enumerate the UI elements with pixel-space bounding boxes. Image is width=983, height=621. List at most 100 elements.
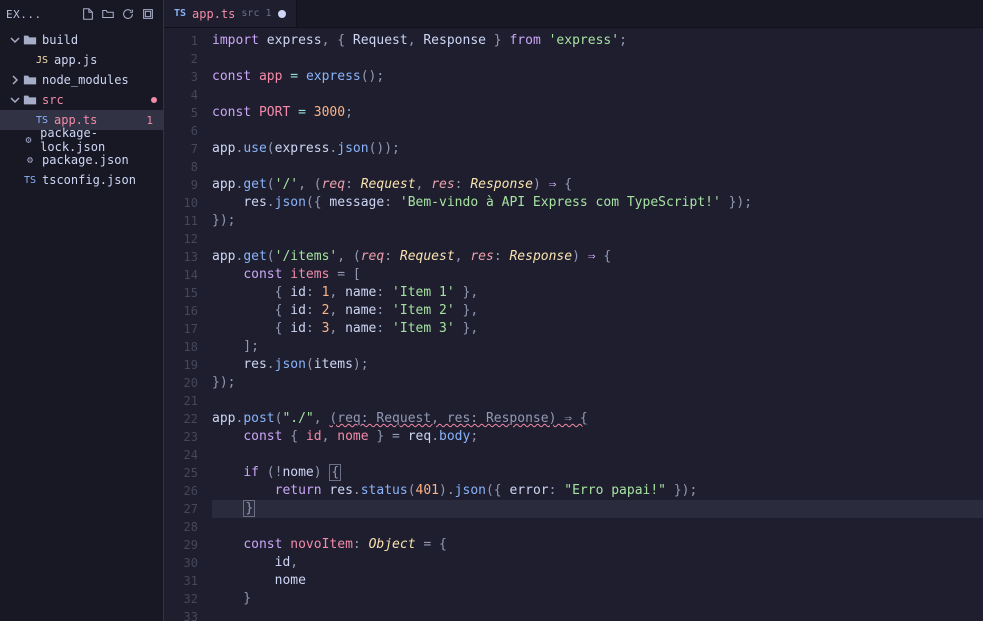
line-number: 27 xyxy=(164,500,198,518)
file-name-label: package-lock.json xyxy=(40,126,157,154)
tree-folder-build[interactable]: build xyxy=(0,30,163,50)
line-number: 12 xyxy=(164,230,198,248)
line-number: 6 xyxy=(164,122,198,140)
file-type-icon: TS xyxy=(22,172,38,188)
line-number: 30 xyxy=(164,554,198,572)
line-number: 3 xyxy=(164,68,198,86)
ts-file-icon: TS xyxy=(174,8,186,19)
code-line[interactable] xyxy=(212,86,983,104)
tree-folder-src[interactable]: src xyxy=(0,90,163,110)
file-name-label: build xyxy=(42,33,78,47)
line-number: 8 xyxy=(164,158,198,176)
chevron-down-icon xyxy=(8,33,22,47)
code-editor[interactable]: 1234567891011121314151617181920212223242… xyxy=(164,28,983,621)
line-number: 26 xyxy=(164,482,198,500)
explorer-title: EX... xyxy=(6,8,75,21)
line-number: 23 xyxy=(164,428,198,446)
line-number: 13 xyxy=(164,248,198,266)
code-line[interactable] xyxy=(212,122,983,140)
code-line[interactable]: id, xyxy=(212,554,983,572)
tab-info: src 1 xyxy=(241,8,271,19)
line-number: 5 xyxy=(164,104,198,122)
file-type-icon: ⚙ xyxy=(21,132,36,148)
code-line[interactable]: app.get('/', (req: Request, res: Respons… xyxy=(212,176,983,194)
line-number: 25 xyxy=(164,464,198,482)
file-name-label: src xyxy=(42,93,64,107)
code-line[interactable]: { id: 2, name: 'Item 2' }, xyxy=(212,302,983,320)
explorer-header: EX... xyxy=(0,0,163,28)
code-line[interactable]: res.json(items); xyxy=(212,356,983,374)
code-line[interactable]: const app = express(); xyxy=(212,68,983,86)
refresh-icon[interactable] xyxy=(119,5,137,23)
code-line[interactable] xyxy=(212,608,983,621)
line-number: 10 xyxy=(164,194,198,212)
code-line[interactable]: app.use(express.json()); xyxy=(212,140,983,158)
line-number: 18 xyxy=(164,338,198,356)
file-name-label: tsconfig.json xyxy=(42,173,136,187)
code-line[interactable] xyxy=(212,230,983,248)
error-dot-icon xyxy=(151,97,157,103)
chevron-right-icon xyxy=(8,73,22,87)
line-number: 33 xyxy=(164,608,198,621)
code-line[interactable] xyxy=(212,518,983,536)
chevron-down-icon xyxy=(8,93,22,107)
line-number: 14 xyxy=(164,266,198,284)
file-name-label: app.ts xyxy=(54,113,97,127)
code-line[interactable]: const PORT = 3000; xyxy=(212,104,983,122)
code-line[interactable]: ]; xyxy=(212,338,983,356)
code-content[interactable]: import express, { Request, Response } fr… xyxy=(212,28,983,621)
code-line[interactable]: if (!nome) { xyxy=(212,464,983,482)
line-number: 24 xyxy=(164,446,198,464)
editor-area: TS app.ts src 1 123456789101112131415161… xyxy=(164,0,983,621)
code-line[interactable] xyxy=(212,446,983,464)
code-line[interactable]: { id: 3, name: 'Item 3' }, xyxy=(212,320,983,338)
line-number: 28 xyxy=(164,518,198,536)
file-name-label: node_modules xyxy=(42,73,129,87)
code-line[interactable] xyxy=(212,50,983,68)
code-line[interactable]: nome xyxy=(212,572,983,590)
line-number: 20 xyxy=(164,374,198,392)
line-number: 22 xyxy=(164,410,198,428)
tab-filename: app.ts xyxy=(192,7,235,21)
line-number-gutter: 1234567891011121314151617181920212223242… xyxy=(164,28,212,621)
line-number: 31 xyxy=(164,572,198,590)
tree-file-package-lock.json[interactable]: ⚙package-lock.json xyxy=(0,130,163,150)
code-line[interactable]: res.json({ message: 'Bem-vindo à API Exp… xyxy=(212,194,983,212)
code-line[interactable]: } xyxy=(212,500,983,518)
code-line[interactable]: const { id, nome } = req.body; xyxy=(212,428,983,446)
error-count-badge: 1 xyxy=(146,114,157,127)
new-folder-icon[interactable] xyxy=(99,5,117,23)
line-number: 32 xyxy=(164,590,198,608)
code-line[interactable]: app.post("./", (req: Request, res: Respo… xyxy=(212,410,983,428)
line-number: 2 xyxy=(164,50,198,68)
code-line[interactable] xyxy=(212,158,983,176)
file-type-icon: JS xyxy=(34,52,50,68)
tree-folder-node_modules[interactable]: node_modules xyxy=(0,70,163,90)
code-line[interactable]: } xyxy=(212,590,983,608)
code-line[interactable] xyxy=(212,392,983,410)
code-line[interactable]: import express, { Request, Response } fr… xyxy=(212,32,983,50)
code-line[interactable]: }); xyxy=(212,212,983,230)
tree-file-app.js[interactable]: JS app.js xyxy=(0,50,163,70)
line-number: 9 xyxy=(164,176,198,194)
tab-bar: TS app.ts src 1 xyxy=(164,0,983,28)
file-name-label: package.json xyxy=(42,153,129,167)
code-line[interactable]: }); xyxy=(212,374,983,392)
code-line[interactable]: { id: 1, name: 'Item 1' }, xyxy=(212,284,983,302)
collapse-all-icon[interactable] xyxy=(139,5,157,23)
code-line[interactable]: return res.status(401).json({ error: "Er… xyxy=(212,482,983,500)
folder-icon xyxy=(22,32,38,48)
line-number: 7 xyxy=(164,140,198,158)
explorer-actions xyxy=(79,5,157,23)
tab-app-ts[interactable]: TS app.ts src 1 xyxy=(164,0,297,27)
folder-icon xyxy=(22,92,38,108)
tree-file-tsconfig.json[interactable]: TS tsconfig.json xyxy=(0,170,163,190)
file-name-label: app.js xyxy=(54,53,97,67)
line-number: 16 xyxy=(164,302,198,320)
code-line[interactable]: const novoItem: Object = { xyxy=(212,536,983,554)
line-number: 21 xyxy=(164,392,198,410)
new-file-icon[interactable] xyxy=(79,5,97,23)
code-line[interactable]: const items = [ xyxy=(212,266,983,284)
explorer-sidebar: EX... build JS app.js node_modulessrc TS app.… xyxy=(0,0,164,621)
code-line[interactable]: app.get('/items', (req: Request, res: Re… xyxy=(212,248,983,266)
